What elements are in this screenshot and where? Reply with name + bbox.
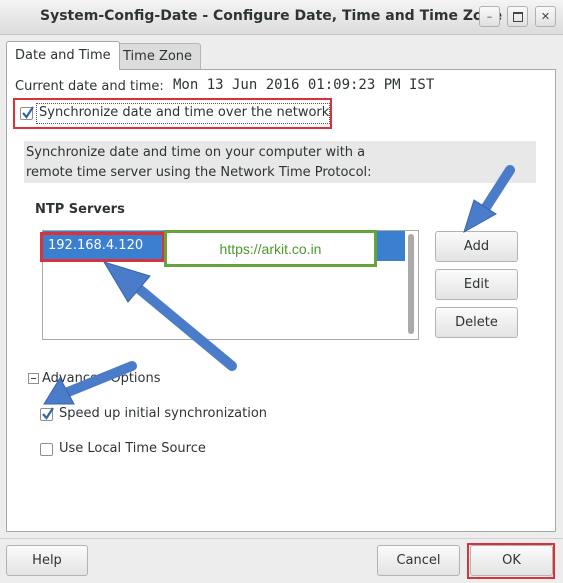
cancel-button[interactable]: Cancel: [377, 545, 460, 576]
minimize-button[interactable]: –: [479, 6, 500, 27]
list-scrollbar[interactable]: [408, 234, 414, 334]
sync-label[interactable]: Synchronize date and time over the netwo…: [39, 105, 329, 120]
footer-separator: [0, 538, 563, 539]
current-time-value: Mon 13 Jun 2016 01:09:23 PM IST: [173, 77, 435, 93]
local-source-checkbox[interactable]: [40, 443, 53, 456]
checkmark-icon: [42, 407, 54, 420]
info-line-1: Synchronize date and time on your comput…: [26, 145, 366, 160]
info-text: Synchronize date and time on your comput…: [26, 143, 466, 183]
sync-checkbox[interactable]: [20, 106, 34, 120]
speed-up-label[interactable]: Speed up initial synchronization: [59, 406, 267, 421]
delete-button[interactable]: Delete: [435, 307, 518, 338]
add-button[interactable]: Add: [435, 231, 518, 262]
ntp-servers-heading: NTP Servers: [35, 202, 125, 217]
local-source-label[interactable]: Use Local Time Source: [59, 441, 206, 456]
checkmark-icon: [22, 106, 34, 119]
help-button[interactable]: Help: [6, 545, 88, 576]
window-title: System-Config-Date - Configure Date, Tim…: [40, 8, 503, 24]
collapse-icon[interactable]: [28, 373, 39, 384]
info-line-2: remote time server using the Network Tim…: [26, 165, 372, 180]
edit-button[interactable]: Edit: [435, 269, 518, 300]
ok-highlight-box: [467, 543, 555, 579]
watermark-url: https://arkit.co.in: [164, 230, 377, 267]
minimize-icon: –: [486, 10, 493, 23]
advanced-options-label[interactable]: Advanced Options: [42, 371, 161, 386]
close-icon: ✕: [540, 10, 551, 23]
close-button[interactable]: ✕: [535, 6, 556, 27]
current-time-label: Current date and time:: [15, 79, 164, 94]
tab-date-and-time[interactable]: Date and Time: [6, 41, 120, 70]
speed-up-checkbox[interactable]: [40, 407, 54, 421]
tab-time-zone[interactable]: Time Zone: [114, 43, 202, 69]
maximize-icon: [512, 11, 523, 22]
ntp-address-highlight-box: [40, 232, 165, 262]
maximize-button[interactable]: [507, 6, 528, 27]
